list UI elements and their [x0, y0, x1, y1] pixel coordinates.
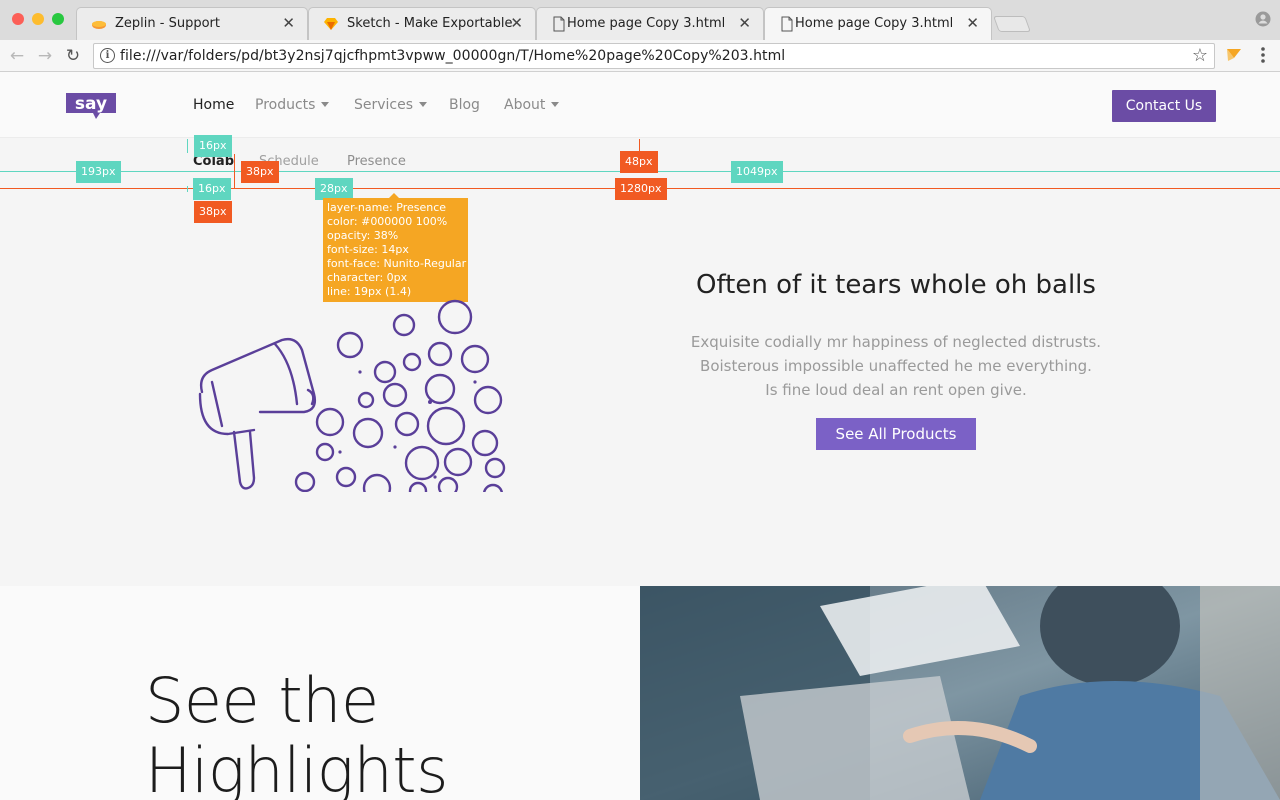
sketch-icon: [324, 18, 338, 30]
document-icon: [553, 16, 565, 32]
tooltip-line: font-face: Nunito-Regular: [327, 257, 467, 270]
menu-about[interactable]: About: [504, 97, 560, 113]
menu-services[interactable]: Services: [354, 97, 428, 113]
tooltip-line: opacity: 38%: [327, 229, 399, 242]
url-text[interactable]: file:///var/folders/pd/bt3y2nsj7qjcfhpmt…: [120, 48, 785, 64]
hero-line: Exquisite codially mr happiness of negle…: [690, 333, 1102, 351]
close-window-button[interactable]: [12, 13, 24, 25]
close-tab-icon[interactable]: ✕: [510, 14, 523, 32]
tab-label: Sketch - Make Exportable: [347, 16, 513, 31]
measure-badge: 1049px: [731, 161, 783, 183]
browser-tab-home-page-1[interactable]: Home page Copy 3.html ✕: [536, 7, 764, 40]
say-logo[interactable]: say: [64, 91, 118, 121]
menu-blog[interactable]: Blog: [449, 97, 480, 113]
close-tab-icon[interactable]: ✕: [738, 14, 751, 32]
browser-toolbar: ← → ↻ i file:///var/folders/pd/bt3y2nsj7…: [0, 40, 1280, 72]
browser-tab-home-page-active[interactable]: Home page Copy 3.html ✕: [764, 7, 992, 40]
measure-guide-orange: [234, 154, 235, 188]
menu-label: Home: [193, 97, 235, 113]
web-page: say Home Products Services Blog About Co…: [0, 72, 1280, 800]
menu-label: Products: [255, 97, 316, 113]
hero-line: Is fine loud deal an rent open give.: [765, 381, 1027, 399]
menu-label: Blog: [449, 97, 480, 113]
measure-badge: 1280px: [615, 178, 667, 200]
measure-badge: 16px: [194, 135, 232, 157]
hero-line: Boisterous impossible unaffected he me e…: [700, 357, 1092, 375]
info-icon[interactable]: i: [100, 48, 115, 63]
tab-label: Home page Copy 3.html: [795, 16, 954, 31]
team-photo: [640, 586, 1280, 800]
menu-label: Services: [354, 97, 414, 113]
hero-title: Often of it tears whole oh balls: [696, 270, 1096, 300]
caret-down-icon: [551, 102, 560, 107]
menu-home[interactable]: Home: [193, 97, 234, 113]
tab-label: Home page Copy 3.html: [567, 16, 726, 31]
measure-guide-teal: [187, 139, 188, 153]
minimize-window-button[interactable]: [32, 13, 44, 25]
measure-badge: 38px: [194, 201, 232, 223]
forward-arrow-icon[interactable]: →: [34, 45, 56, 67]
maximize-window-button[interactable]: [52, 13, 64, 25]
caret-down-icon: [419, 102, 428, 107]
browser-tab-sketch[interactable]: Sketch - Make Exportable ✕: [308, 7, 536, 40]
hero-description: Exquisite codially mr happiness of negle…: [640, 330, 1152, 402]
browser-tab-zeplin[interactable]: Zeplin - Support ✕: [76, 7, 308, 40]
highlights-title-line: See the: [145, 664, 379, 737]
highlights-title-line: Highlights: [145, 734, 448, 800]
browser-tab-bar: Zeplin - Support ✕ Sketch - Make Exporta…: [0, 0, 1280, 40]
measure-badge: 38px: [241, 161, 279, 183]
measure-badge: 28px: [315, 178, 353, 200]
caret-down-icon: [321, 102, 330, 107]
logo-text: say: [75, 94, 107, 114]
measure-badge: 16px: [193, 178, 231, 200]
megaphone-illustration: [198, 299, 506, 492]
menu-products[interactable]: Products: [255, 97, 330, 113]
close-tab-icon[interactable]: ✕: [282, 14, 295, 32]
tooltip-line: layer-name: Presence: [327, 201, 447, 214]
tab-label: Zeplin - Support: [115, 16, 220, 31]
address-bar[interactable]: i file:///var/folders/pd/bt3y2nsj7qjcfhp…: [93, 43, 1215, 69]
zeplin-icon: [92, 21, 106, 29]
browser-menu-icon[interactable]: [1255, 45, 1271, 65]
new-tab-button[interactable]: [993, 16, 1031, 32]
measure-guide-teal: [187, 186, 188, 192]
profile-icon[interactable]: [1255, 11, 1271, 27]
tooltip-line: font-size: 14px: [327, 243, 409, 256]
contact-us-button[interactable]: Contact Us: [1112, 90, 1216, 122]
measure-badge: 48px: [620, 151, 658, 173]
extension-icon[interactable]: [1225, 46, 1243, 64]
close-tab-icon[interactable]: ✕: [966, 14, 979, 32]
bookmark-star-icon[interactable]: ☆: [1192, 45, 1208, 66]
menu-label: About: [504, 97, 546, 113]
document-icon: [781, 16, 793, 32]
back-arrow-icon[interactable]: ←: [6, 45, 28, 67]
reload-icon[interactable]: ↻: [62, 45, 84, 67]
highlights-section: See the Highlights: [0, 586, 640, 800]
tooltip-line: color: #000000 100%: [327, 215, 448, 228]
see-all-products-button[interactable]: See All Products: [816, 418, 976, 450]
highlights-title: See the Highlights: [145, 666, 448, 800]
site-header: say Home Products Services Blog About Co…: [0, 72, 1280, 138]
measure-badge: 193px: [76, 161, 121, 183]
subnav-presence[interactable]: Presence: [347, 154, 406, 169]
